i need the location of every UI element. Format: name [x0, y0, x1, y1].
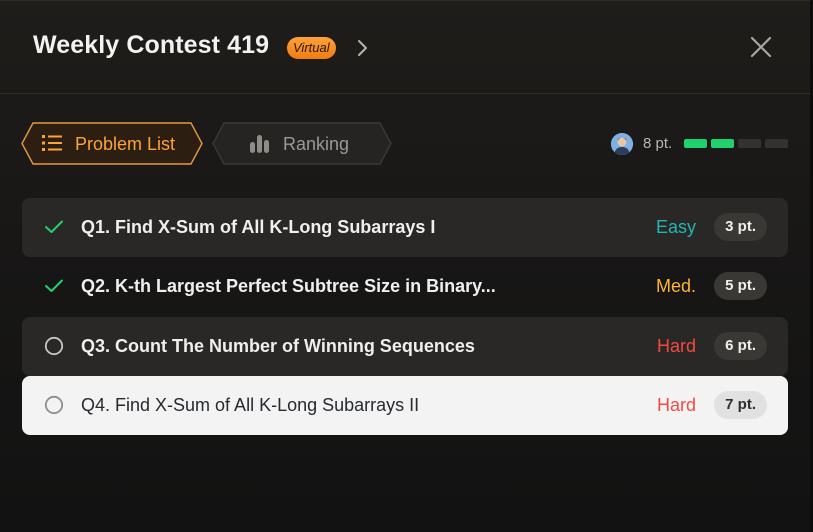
problem-title: Q4. Find X-Sum of All K-Long Subarrays I… — [81, 395, 420, 415]
check-icon — [44, 276, 64, 296]
points-badge: 5 pt. — [714, 272, 767, 300]
unsolved-circle-icon — [44, 336, 64, 356]
points-badge: 7 pt. — [714, 391, 767, 419]
difficulty-label: Hard — [656, 336, 696, 356]
tab-problem-list-label: Problem List — [75, 134, 176, 154]
progress-segment — [684, 139, 707, 148]
problem-row-q2[interactable]: Q2. K-th Largest Perfect Subtree Size in… — [22, 257, 788, 316]
unsolved-circle-icon — [44, 395, 64, 415]
user-avatar[interactable] — [611, 133, 633, 155]
tab-problem-list[interactable]: Problem List — [21, 122, 203, 165]
difficulty-label: Hard — [656, 395, 696, 415]
chevron-right-icon[interactable] — [354, 37, 372, 59]
problem-row-q4[interactable]: Q4. Find X-Sum of All K-Long Subarrays I… — [22, 376, 788, 435]
problem-title: Q3. Count The Number of Winning Sequence… — [81, 336, 475, 356]
points-badge: 6 pt. — [714, 332, 767, 360]
check-icon — [44, 217, 64, 237]
tab-ranking-label: Ranking — [283, 134, 350, 154]
progress-segment — [765, 139, 788, 148]
progress-segment — [738, 139, 761, 148]
problem-row-q3[interactable]: Q3. Count The Number of Winning Sequence… — [22, 317, 788, 376]
list-icon — [41, 133, 63, 158]
bar-chart-icon — [249, 134, 271, 159]
difficulty-label: Med. — [655, 276, 696, 296]
tab-ranking[interactable]: Ranking — [212, 122, 392, 165]
contest-title[interactable]: Weekly Contest 419 — [33, 31, 269, 60]
panel-header: Weekly Contest 419 Virtual — [0, 1, 810, 94]
close-icon[interactable] — [748, 34, 774, 60]
difficulty-label: Easy — [655, 217, 696, 237]
problem-row-q1[interactable]: Q1. Find X-Sum of All K-Long Subarrays I… — [22, 198, 788, 257]
problem-title: Q2. K-th Largest Perfect Subtree Size in… — [81, 276, 496, 296]
points-badge: 3 pt. — [714, 213, 767, 241]
points-total: 8 pt. — [643, 135, 673, 152]
virtual-badge: Virtual — [287, 37, 336, 59]
problem-title: Q1. Find X-Sum of All K-Long Subarrays I — [81, 217, 436, 237]
progress-segment — [711, 139, 734, 148]
contest-panel: Weekly Contest 419 Virtual Problem List — [0, 0, 810, 532]
